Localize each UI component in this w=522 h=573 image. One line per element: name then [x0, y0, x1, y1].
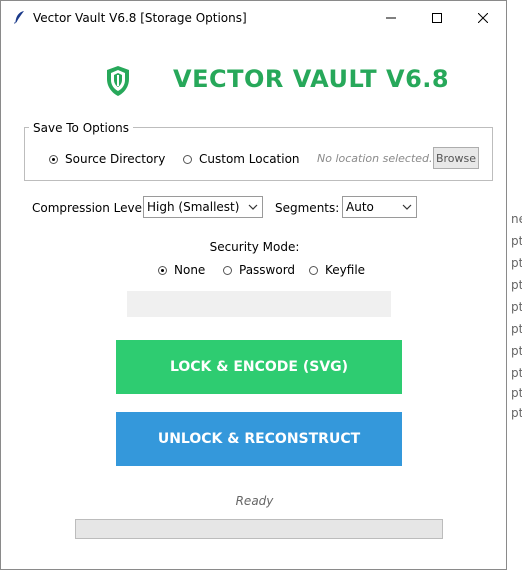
title-bar[interactable]: Vector Vault V6.8 [Storage Options] — [1, 1, 506, 34]
background-text: pt — [511, 278, 522, 292]
background-text: ne — [511, 212, 522, 226]
close-button[interactable] — [460, 1, 506, 34]
compression-value: High (Smallest) — [147, 200, 240, 214]
maximize-button[interactable] — [414, 1, 460, 34]
password-field[interactable] — [127, 291, 391, 317]
background-text: pt — [511, 256, 522, 270]
feather-icon — [14, 11, 24, 24]
close-icon — [478, 12, 488, 23]
app-title: VECTOR VAULT V6.8 — [173, 65, 450, 93]
unlock-reconstruct-button[interactable]: UNLOCK & RECONSTRUCT — [116, 412, 402, 466]
radio-security-keyfile[interactable]: Keyfile — [309, 263, 365, 277]
segments-value: Auto — [346, 200, 374, 214]
window-title: Vector Vault V6.8 [Storage Options] — [33, 11, 247, 25]
radio-security-none[interactable]: None — [158, 263, 205, 277]
background-text: pt — [511, 300, 522, 314]
radio-label: None — [174, 263, 206, 277]
lock-encode-button[interactable]: LOCK & ENCODE (SVG) — [116, 340, 402, 394]
app-window: Vector Vault V6.8 [Storage Options] VECT… — [0, 0, 507, 570]
background-window: ne pt pt pt pt pt pt pt pt pt — [507, 0, 522, 573]
minimize-icon — [386, 17, 396, 18]
background-text: pt — [511, 322, 522, 336]
location-path-text: No location selected... — [317, 152, 440, 165]
background-text: pt — [511, 366, 522, 380]
browse-button[interactable]: Browse — [433, 147, 479, 169]
chevron-down-icon — [248, 204, 258, 210]
segments-select[interactable]: Auto — [342, 196, 417, 218]
radio-label: Keyfile — [325, 263, 366, 277]
radio-label: Password — [239, 263, 296, 277]
chevron-down-icon — [402, 204, 412, 210]
shield-icon — [107, 66, 129, 96]
status-text: Ready — [235, 494, 274, 508]
security-mode-label: Security Mode: — [209, 240, 300, 254]
progress-bar — [75, 519, 443, 539]
segments-label: Segments: — [275, 201, 340, 215]
minimize-button[interactable] — [368, 1, 414, 34]
radio-unchecked-icon — [183, 154, 192, 164]
maximize-icon — [432, 12, 442, 23]
background-text: pt — [511, 386, 522, 400]
radio-checked-icon — [158, 265, 167, 275]
background-text: pt — [511, 344, 522, 358]
background-text: pt — [511, 234, 522, 248]
radio-unchecked-icon — [223, 265, 232, 275]
radio-checked-icon — [49, 154, 58, 164]
radio-custom-location[interactable]: Custom Location — [183, 152, 300, 166]
save-options-label: Save To Options — [29, 121, 134, 135]
compression-label: Compression Level: — [32, 201, 150, 215]
radio-security-password[interactable]: Password — [223, 263, 295, 277]
compression-select[interactable]: High (Smallest) — [143, 196, 263, 218]
radio-label: Source Directory — [65, 152, 166, 166]
radio-source-directory[interactable]: Source Directory — [49, 152, 165, 166]
radio-label: Custom Location — [199, 152, 300, 166]
radio-unchecked-icon — [309, 265, 318, 275]
background-text: pt — [511, 406, 522, 420]
